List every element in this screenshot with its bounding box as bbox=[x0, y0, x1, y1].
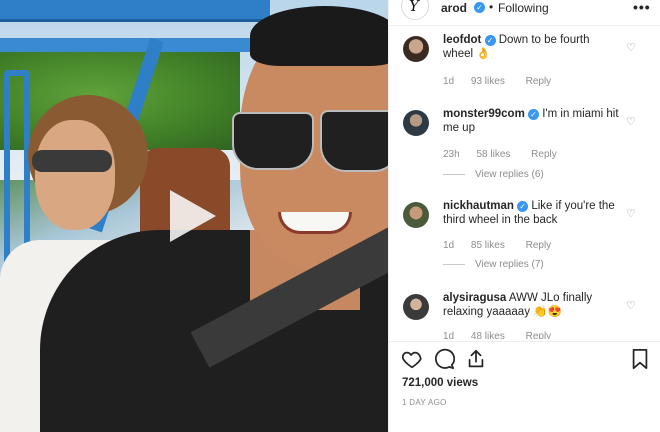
play-icon[interactable] bbox=[170, 190, 216, 242]
vehicle-roof bbox=[0, 0, 270, 22]
verified-badge-icon: ✓ bbox=[517, 201, 529, 212]
comment-meta: 1d 93 likes Reply bbox=[443, 76, 565, 87]
comment-likes[interactable]: 85 likes bbox=[471, 240, 505, 251]
comment-text: alysiragusa AWW JLo finally relaxing yaa… bbox=[443, 291, 619, 319]
post-timestamp: 1 DAY AGO bbox=[402, 398, 447, 407]
comment-meta: 23h 58 likes Reply bbox=[443, 149, 571, 160]
share-icon[interactable] bbox=[465, 348, 487, 370]
commenter-username[interactable]: alysiragusa bbox=[443, 292, 506, 304]
comments-list[interactable]: leofdot ✓ Down to be fourth wheel 👌 ♡ 1d… bbox=[389, 27, 660, 339]
driver-sunglasses-right bbox=[320, 110, 388, 172]
bookmark-icon[interactable] bbox=[630, 348, 650, 370]
commenter-username[interactable]: leofdot bbox=[443, 34, 481, 46]
comment-likes[interactable]: 93 likes bbox=[471, 76, 505, 87]
verified-badge-icon: ✓ bbox=[528, 109, 540, 120]
verified-badge-icon: ✓ bbox=[484, 35, 496, 46]
comment-text: monster99com ✓ I'm in miami hit me up bbox=[443, 107, 619, 135]
commenter-username[interactable]: nickhautman bbox=[443, 200, 514, 212]
commenter-avatar[interactable] bbox=[403, 36, 429, 62]
author-avatar[interactable]: Y bbox=[401, 0, 429, 20]
commenter-username[interactable]: monster99com bbox=[443, 108, 525, 120]
passenger-sunglasses bbox=[32, 150, 112, 172]
comment-time: 23h bbox=[443, 149, 460, 160]
post-header: Y arod ✓ • Following ••• bbox=[389, 0, 660, 26]
header-separator: • bbox=[489, 0, 494, 14]
comment-like-heart-icon[interactable]: ♡ bbox=[626, 207, 636, 220]
comment-time: 1d bbox=[443, 76, 455, 87]
view-replies-button[interactable]: View replies (6) bbox=[443, 169, 544, 180]
view-replies-button[interactable]: View replies (7) bbox=[443, 259, 544, 270]
comment-like-heart-icon[interactable]: ♡ bbox=[626, 299, 636, 312]
commenter-avatar[interactable] bbox=[403, 202, 429, 228]
vehicle-frame-bar bbox=[0, 38, 250, 52]
view-count[interactable]: 721,000 views bbox=[402, 377, 478, 389]
passenger-face bbox=[35, 120, 115, 230]
post-video[interactable] bbox=[0, 0, 388, 432]
comment-text: leofdot ✓ Down to be fourth wheel 👌 bbox=[443, 33, 619, 61]
author-logo-icon: Y bbox=[409, 0, 419, 15]
replies-divider bbox=[443, 263, 465, 265]
driver-smile bbox=[278, 212, 352, 234]
driver-sunglasses-left bbox=[232, 112, 314, 170]
comment-time: 1d bbox=[443, 331, 455, 339]
comment-likes[interactable]: 48 likes bbox=[471, 331, 505, 339]
comment-likes[interactable]: 58 likes bbox=[476, 149, 510, 160]
verified-badge-icon: ✓ bbox=[474, 2, 485, 13]
comment-meta: 1d 48 likes Reply bbox=[443, 331, 565, 339]
comment-reply-button[interactable]: Reply bbox=[531, 149, 557, 160]
view-replies-label: View replies (6) bbox=[475, 169, 544, 180]
comment-text: nickhautman ✓ Like if you're the third w… bbox=[443, 199, 619, 227]
more-options-icon[interactable]: ••• bbox=[633, 0, 651, 15]
post-sidebar: Y arod ✓ • Following ••• leofdot ✓ Down … bbox=[388, 0, 660, 432]
commenter-avatar[interactable] bbox=[403, 294, 429, 320]
view-replies-label: View replies (7) bbox=[475, 259, 544, 270]
commenter-avatar[interactable] bbox=[403, 110, 429, 136]
comment-reply-button[interactable]: Reply bbox=[526, 76, 552, 87]
follow-status-button[interactable]: Following bbox=[498, 1, 549, 15]
post-actions-bar bbox=[389, 341, 660, 375]
replies-divider bbox=[443, 173, 465, 175]
comment-reply-button[interactable]: Reply bbox=[526, 331, 552, 339]
comment-meta: 1d 85 likes Reply bbox=[443, 240, 565, 251]
author-username[interactable]: arod bbox=[441, 1, 467, 15]
comment-like-heart-icon[interactable]: ♡ bbox=[626, 115, 636, 128]
comment-time: 1d bbox=[443, 240, 455, 251]
heart-icon[interactable] bbox=[401, 348, 423, 370]
comment-reply-button[interactable]: Reply bbox=[526, 240, 552, 251]
comment-like-heart-icon[interactable]: ♡ bbox=[626, 41, 636, 54]
comment-icon[interactable] bbox=[433, 348, 455, 370]
driver-hair bbox=[250, 6, 388, 66]
